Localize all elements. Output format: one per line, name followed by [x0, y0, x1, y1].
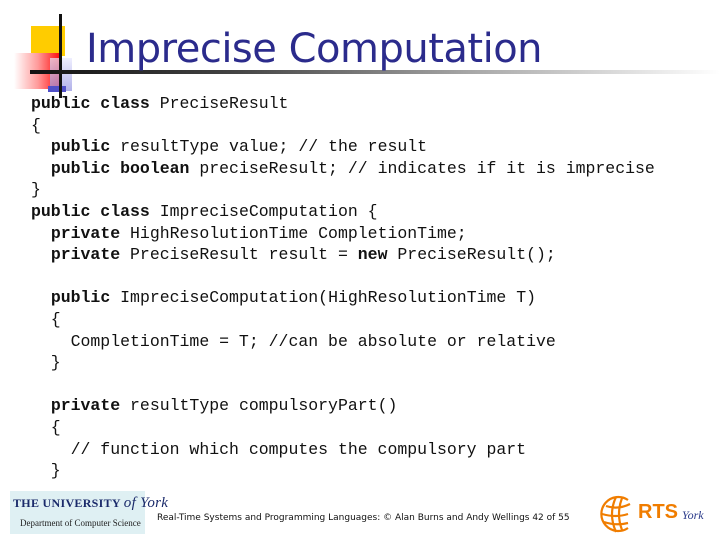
code-keyword: private [50, 223, 121, 243]
code-text: PreciseResult [149, 94, 289, 113]
code-text: // function which computes the compulsor… [31, 439, 527, 459]
code-line: // function which computes the compulsor… [31, 439, 655, 461]
code-keyword: public boolean [50, 158, 190, 178]
code-keyword: private [50, 245, 121, 265]
code-text: { [31, 309, 61, 329]
code-text: ImpreciseComputation { [149, 201, 378, 221]
code-text: CompletionTime = T; //can be absolute or… [31, 331, 556, 351]
code-line: } [31, 352, 655, 374]
globe-icon [600, 495, 631, 533]
code-line: { [31, 417, 655, 439]
rts-logo-york: York [682, 508, 704, 522]
code-line: public resultType value; // the result [31, 136, 655, 158]
code-text: ImpreciseComputation(HighResolutionTime … [110, 288, 537, 308]
university-of-york-logo: THE UNIVERSITY of York Department of Com… [10, 491, 168, 534]
code-line: { [31, 115, 655, 137]
code-text: resultType compulsoryPart() [120, 396, 398, 416]
slide-footer: Real-Time Systems and Programming Langua… [157, 513, 570, 523]
code-keyword: public class [31, 94, 150, 113]
code-text: PreciseResult result = [120, 245, 358, 265]
rts-york-logo: RTS York [598, 492, 716, 536]
code-text: { [31, 115, 41, 135]
code-keyword: public [50, 137, 111, 157]
code-keyword: private [50, 396, 121, 416]
rts-logo-text: RTS [638, 501, 678, 523]
code-text: } [31, 180, 41, 200]
decor-blue-bar [48, 86, 66, 92]
code-text: { [31, 417, 61, 437]
code-keyword: public class [31, 201, 150, 221]
code-keyword: public [50, 288, 111, 308]
code-line: private PreciseResult result = new Preci… [31, 244, 655, 266]
code-text: preciseResult; // indicates if it is imp… [189, 158, 655, 178]
code-line: public boolean preciseResult; // indicat… [31, 158, 655, 180]
york-logo-title: THE UNIVERSITY [13, 496, 121, 510]
code-line: private HighResolutionTime CompletionTim… [31, 223, 655, 245]
code-line: public ImpreciseComputation(HighResoluti… [31, 287, 655, 309]
code-text: PreciseResult(); [387, 245, 556, 265]
code-text: resultType value; // the result [110, 137, 428, 157]
code-line: } [31, 179, 655, 201]
code-line: private resultType compulsoryPart() [31, 395, 655, 417]
code-block: public class PreciseResult{ public resul… [31, 93, 655, 482]
decor-vertical-line [59, 14, 62, 98]
code-line: public class ImpreciseComputation { [31, 201, 655, 223]
york-logo-department: Department of Computer Science [20, 518, 141, 528]
code-keyword: new [357, 245, 388, 265]
york-logo-of-york: of York [123, 495, 169, 511]
code-text: } [31, 461, 61, 481]
code-text: } [31, 353, 61, 373]
code-line: } [31, 460, 655, 482]
slide-title: Imprecise Computation [86, 26, 543, 72]
code-line: CompletionTime = T; //can be absolute or… [31, 331, 655, 353]
code-line: public class PreciseResult [31, 93, 655, 115]
code-text: HighResolutionTime CompletionTime; [120, 223, 467, 243]
code-line: { [31, 309, 655, 331]
